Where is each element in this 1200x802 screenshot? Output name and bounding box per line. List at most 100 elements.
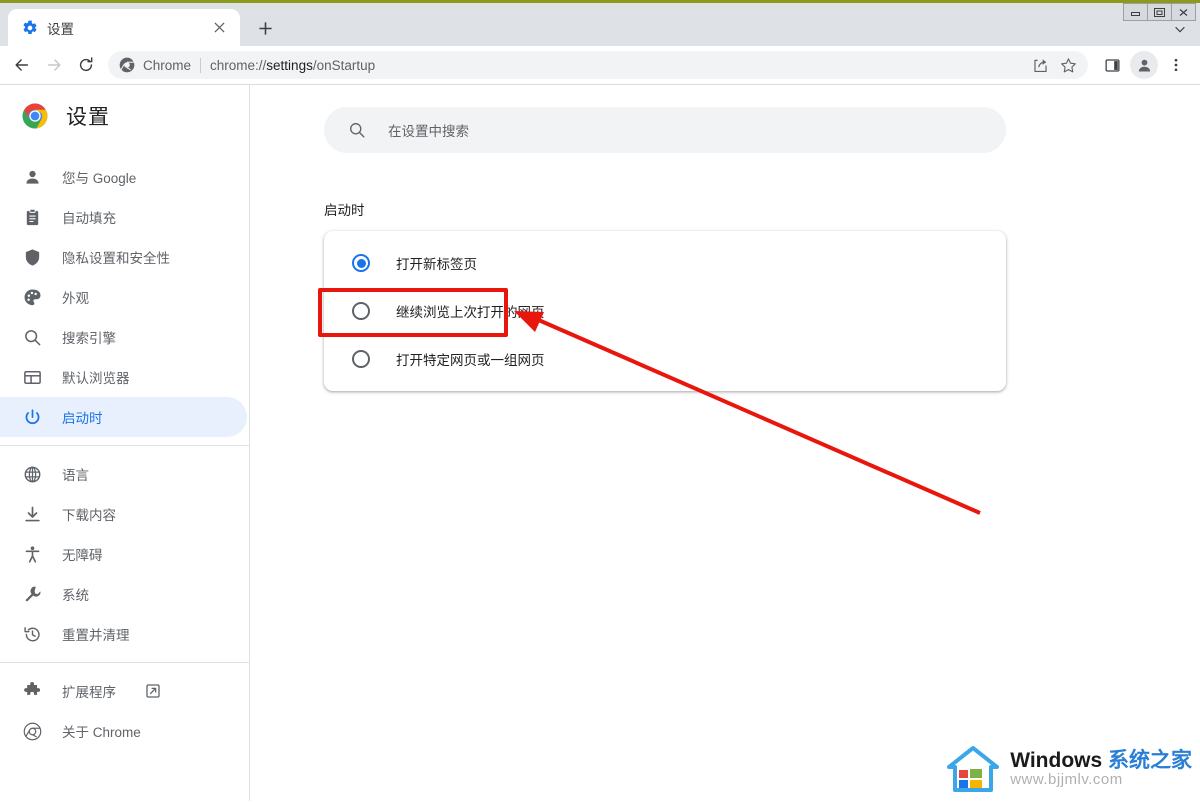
arrow-left-icon (15, 59, 29, 71)
maximize-button[interactable] (1147, 3, 1172, 21)
sidebar-item-label: 隐私设置和安全性 (62, 251, 170, 266)
palette-icon (22, 287, 42, 307)
sidebar-divider (0, 662, 249, 663)
sidebar-item-label: 关于 Chrome (62, 725, 141, 740)
search-icon (22, 327, 42, 347)
sidebar-item-privacy-security[interactable]: 隐私设置和安全性 (0, 237, 247, 277)
sidebar-item-accessibility[interactable]: 无障碍 (0, 534, 247, 574)
radio-label: 继续浏览上次打开的网页 (396, 305, 545, 320)
search-icon (348, 121, 366, 139)
url-prefix: chrome:// (210, 57, 267, 73)
sidebar-item-search-engine[interactable]: 搜索引擎 (0, 317, 247, 357)
sidebar-item-about-chrome[interactable]: 关于 Chrome (0, 711, 247, 751)
sidebar-item-appearance[interactable]: 外观 (0, 277, 247, 317)
address-bar[interactable]: Chrome chrome://settings/onStartup (108, 51, 1088, 79)
sidebar-item-label: 默认浏览器 (62, 371, 130, 386)
chrome-logo (22, 103, 48, 129)
radio-option-specific-pages[interactable]: 打开特定网页或一组网页 (324, 335, 1006, 383)
minimize-icon (1131, 11, 1140, 16)
accessibility-icon (22, 544, 42, 564)
sidebar-item-label: 自动填充 (62, 211, 116, 226)
radio-label: 打开新标签页 (396, 257, 477, 272)
forward-button[interactable] (38, 49, 70, 81)
search-input[interactable]: 在设置中搜索 (324, 107, 1006, 153)
chrome-menu-button[interactable] (1160, 49, 1192, 81)
sidebar-item-extensions[interactable]: 扩展程序 (0, 671, 247, 711)
sidebar-item-you-and-google[interactable]: 您与 Google (0, 157, 247, 197)
sidebar-divider (0, 445, 249, 446)
sidebar-item-downloads[interactable]: 下载内容 (0, 494, 247, 534)
sidebar-item-label: 搜索引擎 (62, 331, 116, 346)
clipboard-icon (22, 207, 42, 227)
external-link-icon (146, 684, 160, 698)
omnibox-separator (200, 57, 202, 73)
share-icon[interactable] (1026, 51, 1054, 79)
power-icon (22, 407, 42, 427)
plus-icon (258, 21, 272, 35)
settings-page: 设置 您与 Google 自动填充 隐私设置和安全性 外观 搜索引擎 默认浏览器… (0, 85, 1200, 801)
radio-option-new-tab[interactable]: 打开新标签页 (324, 239, 1006, 287)
settings-main: 在设置中搜索 启动时 打开新标签页 继续浏览上次打开的网页 打开特定网页或一组网… (250, 85, 1200, 801)
chevron-down-icon (1175, 26, 1185, 33)
section-title: 启动时 (324, 203, 365, 218)
sidebar-item-label: 启动时 (62, 411, 103, 426)
tab-strip: 设置 (0, 0, 1200, 46)
windows-house-logo (946, 745, 1000, 793)
back-button[interactable] (6, 49, 38, 81)
side-panel-icon[interactable] (1096, 49, 1128, 81)
history-restore-icon (22, 624, 42, 644)
close-button[interactable] (1171, 3, 1196, 21)
omnibox-actions (1026, 51, 1082, 79)
watermark-brand-en: Windows (1010, 749, 1108, 773)
sidebar-item-label: 语言 (62, 468, 89, 483)
sidebar-item-label: 下载内容 (62, 508, 116, 523)
omnibox-url[interactable]: chrome://settings/onStartup (210, 58, 1026, 73)
shield-icon (22, 247, 42, 267)
sidebar-item-reset-cleanup[interactable]: 重置并清理 (0, 614, 247, 654)
chrome-outline-icon (22, 721, 42, 741)
radio-label: 打开特定网页或一组网页 (396, 353, 545, 368)
minimize-button[interactable] (1123, 3, 1148, 21)
download-icon (22, 504, 42, 524)
maximize-icon (1154, 7, 1165, 17)
three-dots-icon (1174, 58, 1178, 72)
reload-icon (79, 57, 93, 72)
watermark-brand: Windows 系统之家 (1010, 749, 1192, 772)
sidebar-item-label: 系统 (62, 588, 89, 603)
sidebar-item-autofill[interactable]: 自动填充 (0, 197, 247, 237)
sidebar-item-system[interactable]: 系统 (0, 574, 247, 614)
sidebar-item-on-startup[interactable]: 启动时 (0, 397, 247, 437)
browser-toolbar: Chrome chrome://settings/onStartup (0, 46, 1200, 84)
watermark-brand-cn: 系统之家 (1108, 749, 1192, 773)
radio-button[interactable] (352, 254, 370, 272)
radio-option-continue[interactable]: 继续浏览上次打开的网页 (324, 287, 1006, 335)
search-placeholder: 在设置中搜索 (388, 124, 469, 139)
avatar[interactable] (1130, 51, 1158, 79)
person-icon (22, 167, 42, 187)
radio-button[interactable] (352, 350, 370, 368)
globe-icon (22, 464, 42, 484)
omnibox-brand: Chrome (143, 57, 192, 73)
reload-button[interactable] (70, 49, 102, 81)
close-icon[interactable] (208, 17, 230, 39)
sidebar-item-label: 扩展程序 (62, 685, 116, 700)
browser-window-icon (22, 367, 42, 387)
arrow-right-icon (47, 59, 61, 71)
tab-title: 设置 (47, 21, 74, 37)
sidebar-item-default-browser[interactable]: 默认浏览器 (0, 357, 247, 397)
sidebar-item-languages[interactable]: 语言 (0, 454, 247, 494)
bookmark-star-icon[interactable] (1054, 51, 1082, 79)
tab-settings[interactable]: 设置 (8, 9, 240, 46)
settings-header: 设置 (0, 85, 249, 147)
new-tab-button[interactable] (250, 13, 280, 43)
radio-button[interactable] (352, 302, 370, 320)
window-controls (1123, 3, 1196, 21)
watermark-text: Windows 系统之家 www.bjjmlv.com (1010, 749, 1192, 789)
sidebar-item-label: 无障碍 (62, 548, 103, 563)
close-icon (1179, 8, 1188, 16)
url-suffix: /onStartup (312, 57, 376, 73)
settings-sidebar: 设置 您与 Google 自动填充 隐私设置和安全性 外观 搜索引擎 默认浏览器… (0, 85, 250, 801)
puzzle-icon (22, 681, 42, 701)
wrench-icon (22, 584, 42, 604)
watermark: Windows 系统之家 www.bjjmlv.com (946, 745, 1192, 793)
